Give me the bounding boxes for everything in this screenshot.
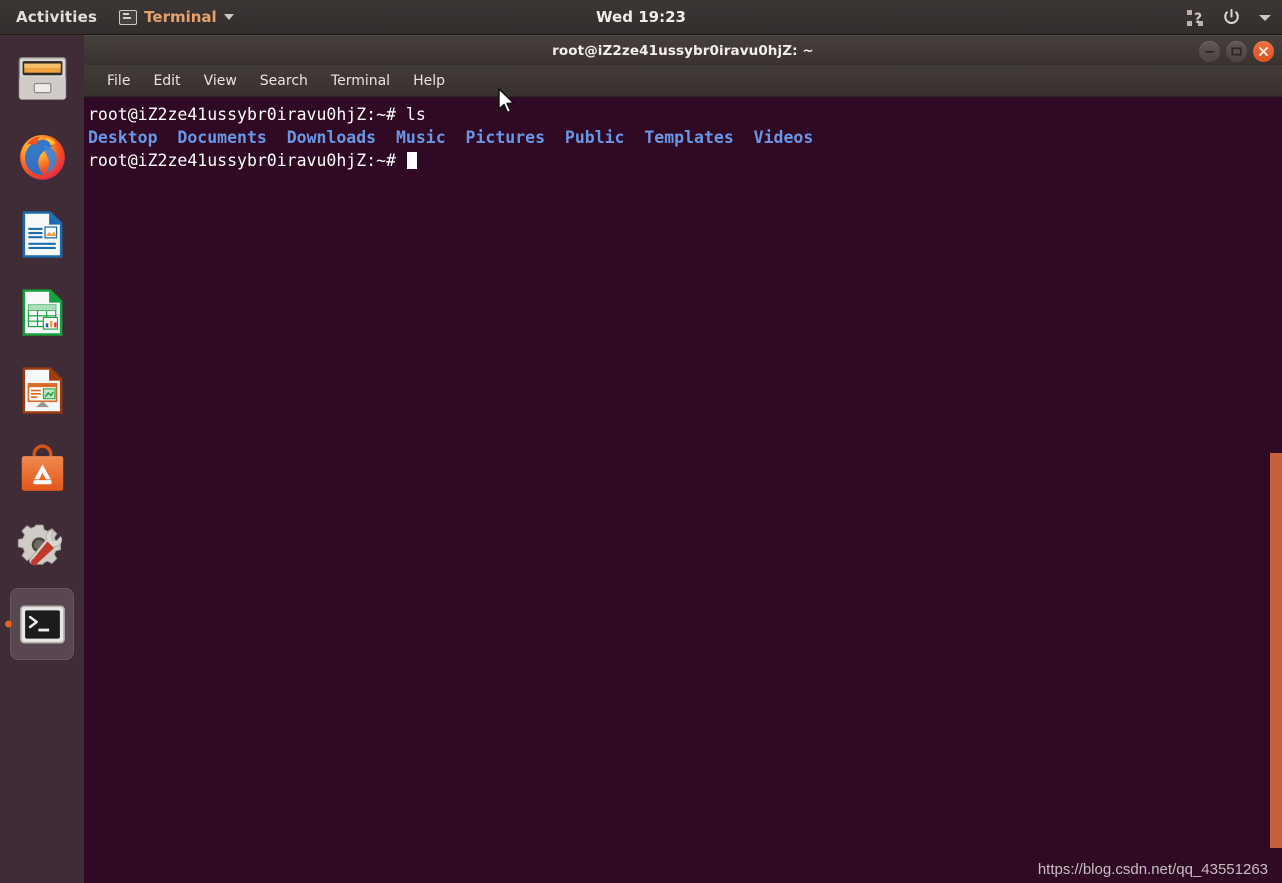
terminal-prompt-active: root@iZ2ze41ussybr0iravu0hjZ:~# — [88, 151, 406, 170]
power-icon[interactable] — [1221, 7, 1242, 28]
dock-item-libreoffice-calc[interactable] — [10, 276, 74, 348]
svg-text:?: ? — [1194, 11, 1202, 27]
terminal-icon — [119, 9, 138, 25]
ls-entry-documents: Documents — [177, 128, 267, 147]
desktop-screen: Activities Terminal Wed 19:23 ? root@iZ2… — [0, 0, 1282, 883]
terminal-line-output: Desktop Documents Downloads Music Pictur… — [86, 126, 1282, 149]
maximize-icon — [1231, 46, 1242, 56]
chevron-down-icon — [223, 14, 234, 20]
firefox-icon — [19, 134, 65, 180]
terminal-line-prompt: root@iZ2ze41ussybr0iravu0hjZ:~# — [86, 149, 1282, 172]
calc-icon — [22, 288, 62, 336]
software-bag-icon — [21, 444, 63, 491]
top-panel: Activities Terminal Wed 19:23 ? — [0, 0, 1282, 35]
clock-label[interactable]: Wed 19:23 — [596, 8, 686, 26]
system-tray: ? — [1185, 0, 1272, 35]
close-button[interactable] — [1253, 40, 1274, 62]
dock-item-libreoffice-writer[interactable] — [10, 198, 74, 270]
tray-chevron-down-icon[interactable] — [1258, 13, 1272, 23]
watermark: https://blog.csdn.net/qq_43551263 — [1037, 861, 1268, 878]
menu-item-edit[interactable]: Edit — [144, 70, 189, 92]
dock-item-files[interactable] — [10, 42, 74, 114]
terminal-line-command: root@iZ2ze41ussybr0iravu0hjZ:~# ls — [86, 103, 1282, 126]
window-titlebar[interactable]: root@iZ2ze41ussybr0iravu0hjZ: ~ — [84, 35, 1282, 65]
ls-entry-desktop: Desktop — [88, 128, 158, 147]
ls-entry-pictures: Pictures — [465, 128, 546, 147]
dock-item-ubuntu-software[interactable] — [10, 432, 74, 504]
dock — [0, 35, 84, 883]
dock-item-libreoffice-impress[interactable] — [10, 354, 74, 426]
ls-entry-videos: Videos — [753, 128, 814, 147]
app-menu-terminal[interactable]: Terminal — [111, 8, 242, 26]
accessibility-icon[interactable]: ? — [1185, 8, 1205, 28]
terminal-icon — [19, 604, 65, 644]
terminal-output-area[interactable]: root@iZ2ze41ussybr0iravu0hjZ:~# ls Deskt… — [84, 97, 1282, 883]
menu-item-file[interactable]: File — [98, 70, 139, 92]
ls-entry-public: Public — [564, 128, 625, 147]
gear-wrench-icon — [17, 524, 62, 565]
minimize-button[interactable] — [1199, 40, 1220, 62]
dock-item-terminal[interactable] — [10, 588, 74, 660]
terminal-command: ls — [405, 105, 426, 124]
scrollbar-thumb[interactable] — [1270, 453, 1282, 848]
maximize-button[interactable] — [1226, 40, 1247, 62]
writer-icon — [22, 210, 62, 258]
close-icon — [1259, 46, 1268, 56]
app-menu-label: Terminal — [144, 8, 217, 26]
terminal-prompt: root@iZ2ze41ussybr0iravu0hjZ:~# — [88, 105, 406, 124]
menu-item-view[interactable]: View — [195, 70, 246, 92]
activities-button[interactable]: Activities — [0, 0, 111, 35]
minimize-icon — [1205, 50, 1214, 53]
menu-item-help[interactable]: Help — [404, 70, 454, 92]
impress-icon — [22, 366, 62, 414]
menu-item-terminal[interactable]: Terminal — [322, 70, 399, 92]
terminal-window: root@iZ2ze41ussybr0iravu0hjZ: ~ File Edi… — [84, 35, 1282, 883]
window-controls — [1199, 36, 1274, 66]
menu-item-search[interactable]: Search — [251, 70, 317, 92]
window-title: root@iZ2ze41ussybr0iravu0hjZ: ~ — [552, 42, 814, 59]
menu-bar: File Edit View Search Terminal Help — [84, 65, 1282, 97]
file-cabinet-icon — [18, 56, 66, 100]
terminal-cursor — [406, 152, 417, 169]
dock-item-settings[interactable] — [10, 510, 74, 582]
ls-entry-downloads: Downloads — [286, 128, 377, 147]
ls-entry-music: Music — [395, 128, 446, 147]
ls-entry-templates: Templates — [644, 128, 734, 147]
dock-item-firefox[interactable] — [10, 120, 74, 192]
